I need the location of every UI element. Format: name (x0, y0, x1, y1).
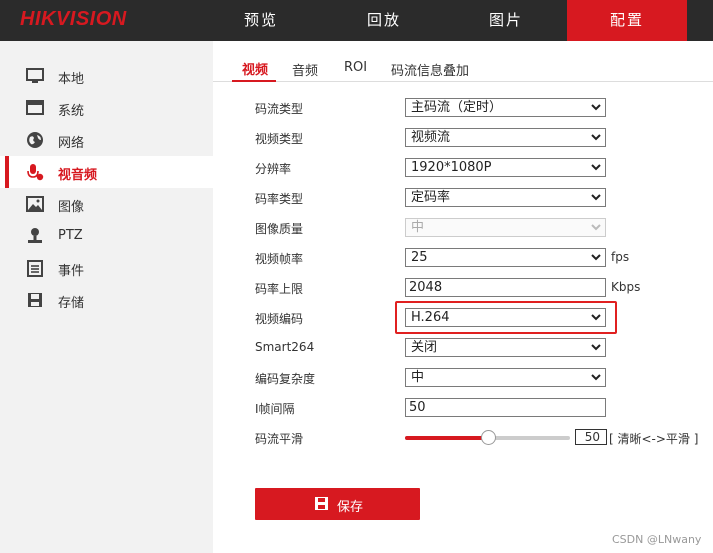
sidebar-item-label: 图像 (58, 200, 85, 215)
event-icon (27, 260, 43, 277)
stream-smoothing-slider-fill (405, 436, 488, 440)
tab-stream-info-overlay[interactable]: 码流信息叠加 (391, 60, 469, 79)
chevron-down-icon (591, 164, 601, 171)
nav-configuration[interactable]: 配置 (567, 0, 687, 41)
video-encoding-select[interactable]: H.264 (405, 308, 606, 327)
image-icon (26, 196, 44, 212)
image-quality-label: 图像质量 (255, 222, 304, 236)
active-tab-indicator (232, 80, 276, 82)
bitrate-type-select[interactable]: 定码率 (405, 188, 606, 207)
sidebar: 本地 系统 网络 视音频 图像 PTZ 事件 存储 (0, 41, 213, 553)
floppy-disk-icon (315, 497, 328, 510)
window-icon (26, 100, 44, 115)
sidebar-item-event[interactable]: 事件 (0, 252, 213, 284)
sidebar-item-label: 事件 (58, 264, 85, 279)
resolution-label: 分辨率 (255, 162, 292, 176)
tab-audio[interactable]: 音频 (292, 60, 318, 79)
sidebar-item-ptz[interactable]: PTZ (0, 220, 213, 252)
globe-icon (27, 132, 43, 148)
nav-playback[interactable]: 回放 (323, 0, 445, 41)
sidebar-item-label: 存储 (58, 296, 85, 311)
nav-picture[interactable]: 图片 (445, 0, 567, 41)
top-navigation-bar: HIKVISION 预览 回放 图片 配置 (0, 0, 713, 41)
sidebar-item-storage[interactable]: 存储 (0, 284, 213, 316)
watermark: CSDN @LNwany (612, 533, 702, 546)
save-button[interactable]: 保存 (255, 488, 420, 520)
bitrate-type-label: 码率类型 (255, 192, 304, 206)
chevron-down-icon (591, 104, 601, 111)
sidebar-item-label: 本地 (58, 72, 85, 87)
image-quality-select: 中 (405, 218, 606, 237)
sidebar-item-audio-video[interactable]: 视音频 (0, 156, 213, 188)
max-bitrate-input[interactable]: 2048 (405, 278, 606, 297)
smart264-select[interactable]: 关闭 (405, 338, 606, 357)
nav-preview[interactable]: 预览 (199, 0, 323, 41)
chevron-down-icon (591, 254, 601, 261)
chevron-down-icon (591, 224, 601, 231)
stream-smoothing-value[interactable]: 50 (575, 429, 607, 445)
stream-smoothing-label: 码流平滑 (255, 432, 304, 446)
storage-icon (28, 293, 42, 307)
sidebar-item-label: 视音频 (58, 168, 98, 183)
sidebar-item-label: PTZ (58, 228, 83, 243)
encoding-complexity-label: 编码复杂度 (255, 372, 316, 386)
ptz-icon (28, 228, 42, 243)
frame-rate-select[interactable]: 25 (405, 248, 606, 267)
microphone-icon (27, 164, 44, 181)
tab-roi[interactable]: ROI (344, 60, 367, 75)
i-frame-interval-label: I帧间隔 (255, 402, 295, 416)
stream-type-label: 码流类型 (255, 102, 304, 116)
frame-rate-label: 视频帧率 (255, 252, 304, 266)
chevron-down-icon (591, 134, 601, 141)
i-frame-interval-input[interactable]: 50 (405, 398, 606, 417)
monitor-icon (26, 68, 44, 83)
frame-rate-unit: fps (611, 250, 630, 264)
max-bitrate-label: 码率上限 (255, 282, 304, 296)
smart264-label: Smart264 (255, 340, 315, 354)
encoding-complexity-select[interactable]: 中 (405, 368, 606, 387)
video-encoding-label: 视频编码 (255, 312, 304, 326)
chevron-down-icon (591, 374, 601, 381)
sidebar-item-label: 网络 (58, 136, 85, 151)
sidebar-item-system[interactable]: 系统 (0, 92, 213, 124)
sidebar-item-label: 系统 (58, 104, 85, 119)
resolution-select[interactable]: 1920*1080P (405, 158, 606, 177)
chevron-down-icon (591, 194, 601, 201)
max-bitrate-unit: Kbps (611, 280, 641, 294)
video-type-select[interactable]: 视频流 (405, 128, 606, 147)
stream-smoothing-hint: [ 清晰<->平滑 ] (609, 432, 699, 446)
hikvision-logo: HIKVISION (20, 8, 127, 30)
sidebar-item-network[interactable]: 网络 (0, 124, 213, 156)
sidebar-item-local[interactable]: 本地 (0, 60, 213, 92)
chevron-down-icon (591, 314, 601, 321)
stream-type-select[interactable]: 主码流（定时） (405, 98, 606, 117)
sidebar-item-image[interactable]: 图像 (0, 188, 213, 220)
video-type-label: 视频类型 (255, 132, 304, 146)
stream-smoothing-slider-thumb[interactable] (480, 430, 496, 445)
chevron-down-icon (591, 344, 601, 351)
tab-video[interactable]: 视频 (242, 59, 268, 78)
